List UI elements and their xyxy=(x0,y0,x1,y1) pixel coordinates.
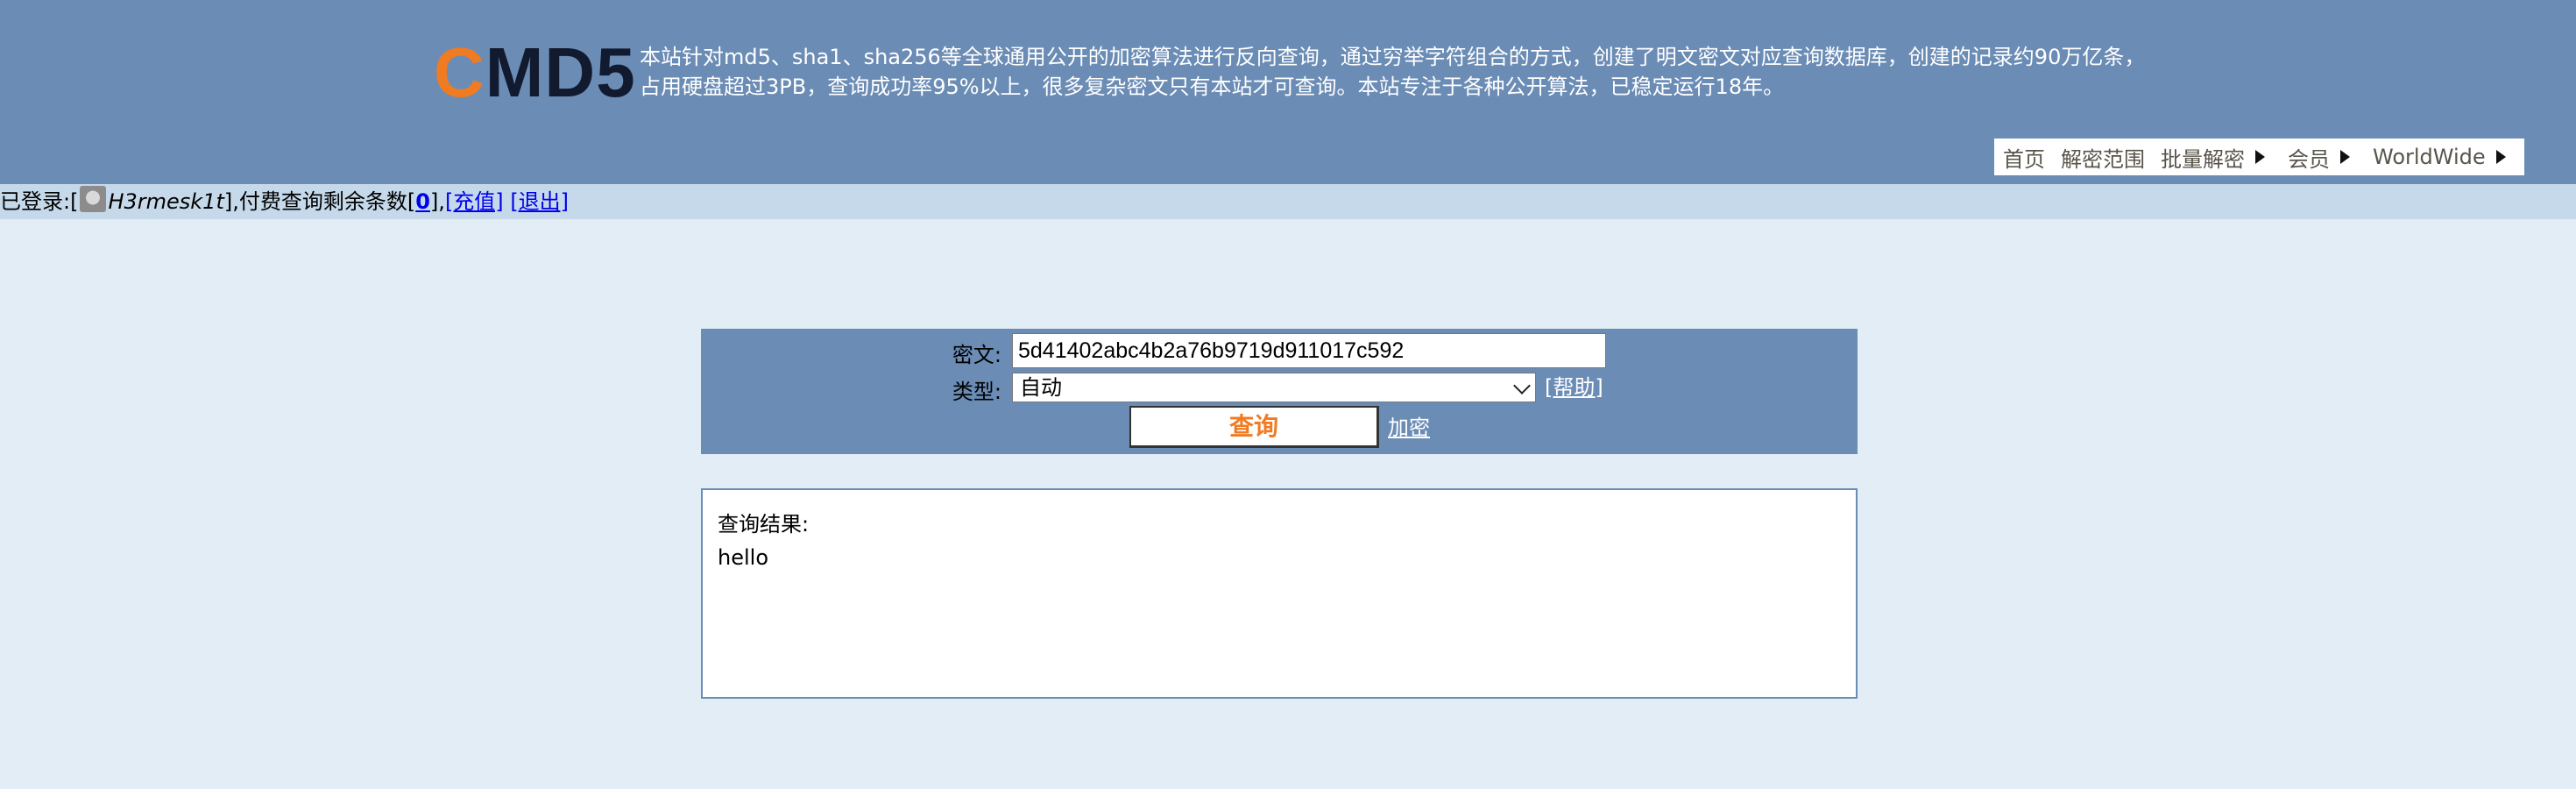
intro-line-1: 本站针对md5、sha1、sha256等全球通用公开的加密算法进行反向查询，通过… xyxy=(640,45,2146,69)
site-intro: 本站针对md5、sha1、sha256等全球通用公开的加密算法进行反向查询，通过… xyxy=(640,42,2182,102)
nav-batch-label: 批量解密 xyxy=(2161,146,2245,172)
top-nav: 首页 解密范围 批量解密 会员 WorldWide xyxy=(1994,139,2524,175)
query-form: 密文: 5d41402abc4b2a76b9719d911017c592 类型:… xyxy=(701,329,1858,454)
encrypt-link[interactable]: 加密 xyxy=(1388,415,1430,441)
logo-letters-md5: MD5 xyxy=(485,33,636,111)
avatar xyxy=(80,186,107,212)
cipher-label: 密文: xyxy=(952,343,1001,367)
remaining-count-link[interactable]: 0 xyxy=(415,189,430,214)
nav-batch[interactable]: 批量解密 xyxy=(2152,142,2272,173)
logo-letter-c: C xyxy=(434,33,485,111)
nav-scope[interactable]: 解密范围 xyxy=(2052,142,2145,173)
cmd5-logo[interactable]: CMD5 xyxy=(434,33,636,112)
nav-home[interactable]: 首页 xyxy=(1994,142,2045,173)
cipher-input[interactable]: 5d41402abc4b2a76b9719d911017c592 xyxy=(1012,333,1606,368)
site-header: CMD5 本站针对md5、sha1、sha256等全球通用公开的加密算法进行反向… xyxy=(0,0,2576,184)
login-status-bar: 已登录:[ H3rmesk1t],付费查询剩余条数[0],[充值] [退出] xyxy=(0,184,2576,219)
result-title: 查询结果: xyxy=(718,512,810,537)
logout-link[interactable]: [退出] xyxy=(510,189,569,214)
help-link[interactable]: [帮助] xyxy=(1545,374,1603,401)
nav-member[interactable]: 会员 xyxy=(2279,142,2357,173)
caret-right-icon xyxy=(2340,150,2350,164)
recharge-link[interactable]: [充值] xyxy=(445,189,504,214)
nav-member-label: 会员 xyxy=(2288,146,2330,172)
query-button[interactable]: 查询 xyxy=(1129,406,1379,448)
remaining-label: ],付费查询剩余条数[ xyxy=(223,189,416,214)
username: H3rmesk1t xyxy=(108,189,224,214)
login-prefix: 已登录:[ xyxy=(0,189,79,214)
login-separator: ], xyxy=(429,189,445,214)
caret-right-icon xyxy=(2255,150,2265,164)
intro-line-2: 占用硬盘超过3PB，查询成功率95%以上，很多复杂密文只有本站才可查询。本站专注… xyxy=(640,75,1785,99)
chevron-down-icon xyxy=(1513,377,1531,394)
caret-right-icon xyxy=(2495,150,2506,164)
query-result-panel: 查询结果: hello xyxy=(701,488,1858,699)
type-label: 类型: xyxy=(952,380,1001,404)
nav-worldwide[interactable]: WorldWide xyxy=(2364,145,2513,169)
nav-worldwide-label: WorldWide xyxy=(2373,145,2486,169)
type-select[interactable]: 自动 xyxy=(1012,373,1536,402)
result-value: hello xyxy=(718,545,768,570)
type-select-value: 自动 xyxy=(1020,375,1062,400)
